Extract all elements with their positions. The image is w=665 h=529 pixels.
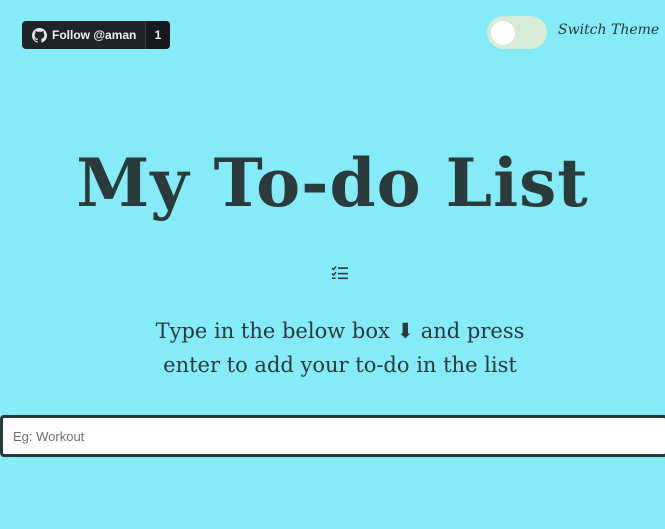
github-icon xyxy=(32,27,47,43)
theme-toggle-switch[interactable] xyxy=(487,16,547,49)
github-follow-main[interactable]: Follow @aman xyxy=(22,21,145,49)
page: Follow @aman 1 Switch Theme My To-do Lis… xyxy=(0,0,665,529)
github-follow-label: Follow @aman xyxy=(52,28,137,42)
github-follow-button[interactable]: Follow @aman 1 xyxy=(22,21,170,49)
instructions-text: Type in the below box ⬇ and press enter … xyxy=(100,314,580,382)
page-title: My To-do List xyxy=(76,144,589,222)
instructions-line-1: Type in the below box ⬇ and press xyxy=(155,319,525,343)
github-follower-count[interactable]: 1 xyxy=(145,21,170,49)
theme-toggle-knob[interactable] xyxy=(491,21,515,45)
instructions-line-2: enter to add your to-do in the list xyxy=(163,353,517,377)
checklist-icon xyxy=(331,265,349,281)
theme-toggle-label: Switch Theme xyxy=(558,22,660,38)
todo-input[interactable] xyxy=(0,415,665,457)
